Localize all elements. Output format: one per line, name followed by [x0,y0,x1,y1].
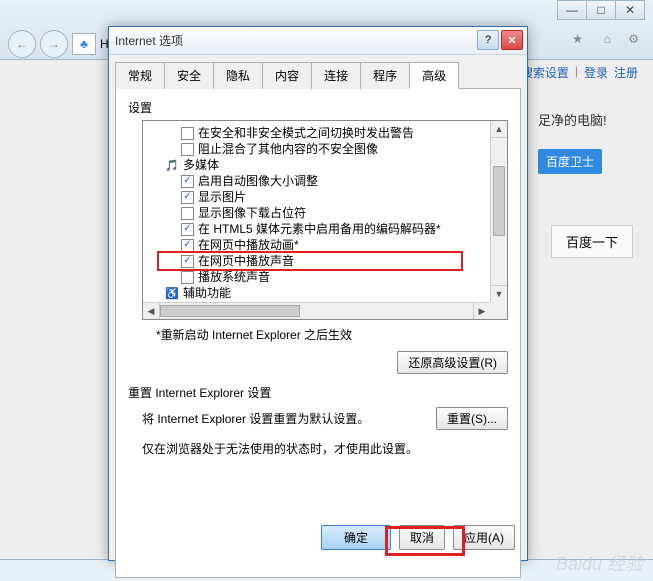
ok-button[interactable]: 确定 [321,525,391,550]
tab-security[interactable]: 安全 [164,62,214,89]
checkbox[interactable] [181,175,194,188]
checkbox[interactable] [181,191,194,204]
link-login[interactable]: 登录 [584,64,608,81]
scroll-corner [490,302,507,319]
paw-icon: ♣ [80,37,88,51]
tab-programs[interactable]: 程序 [360,62,410,89]
side-promo: 足净的电脑! 百度卫士 [538,110,638,174]
settings-tree: 在安全和非安全模式之间切换时发出警告阻止混合了其他内容的不安全图像 🎵 多媒体启用自… [142,120,508,320]
close-button[interactable]: ✕ [501,30,523,50]
dialog-buttons: 确定 取消 应用(A) [321,525,515,550]
tree-item: 在网页中播放声音 [145,253,505,269]
watermark: Baidu 经验 [556,550,643,576]
tree-item: 在 HTML5 媒体元素中启用备用的编码解码器* [145,221,505,237]
tree-item-label: 显示图片 [198,189,246,205]
apply-button[interactable]: 应用(A) [453,525,515,550]
checkbox[interactable] [181,271,194,284]
tree-item-label: 播放系统声音 [198,269,270,285]
tree-item-label: 在网页中播放声音 [198,253,294,269]
dialog-title: Internet 选项 [115,32,183,49]
address-prefix: ♣ [72,33,96,55]
link-search-settings[interactable]: 搜索设置 [521,64,569,81]
window-close-button[interactable]: ✕ [615,0,645,20]
tree-item-label: 阻止混合了其他内容的不安全图像 [198,141,378,157]
checkbox[interactable] [181,239,194,252]
tree-item: 显示图像下载占位符 [145,205,505,221]
checkbox[interactable] [181,255,194,268]
scroll-left-icon[interactable]: ◀ [143,303,160,319]
restart-note: *重新启动 Internet Explorer 之后生效 [156,326,508,343]
favorites-icon[interactable]: ★ [572,32,583,46]
tree-group: 🎵 多媒体 [145,157,505,173]
gear-icon[interactable]: ⚙ [628,32,639,46]
home-icon[interactable]: ⌂ [604,32,611,46]
scroll-up-icon[interactable]: ▲ [491,121,507,138]
reset-note: 仅在浏览器处于无法使用的状态时，才使用此设置。 [142,440,508,457]
tab-general[interactable]: 常规 [115,62,165,89]
tab-privacy[interactable]: 隐私 [213,62,263,89]
promo-badge[interactable]: 百度卫士 [538,149,602,174]
reset-description: 将 Internet Explorer 设置重置为默认设置。 [142,410,426,427]
tree-item-label: 在网页中播放动画* [198,237,299,253]
tree-item: 在安全和非安全模式之间切换时发出警告 [145,125,505,141]
tree-item: 阻止混合了其他内容的不安全图像 [145,141,505,157]
tree-group: ♿ 辅助功能 [145,285,505,301]
forward-button[interactable]: → [40,30,68,58]
scroll-right-icon[interactable]: ▶ [473,303,490,319]
tab-content[interactable]: 内容 [262,62,312,89]
cancel-button[interactable]: 取消 [399,525,445,550]
accessibility-icon: ♿ [165,286,179,300]
tree-item-label: 在 HTML5 媒体元素中启用备用的编码解码器* [198,221,441,237]
tree-item: 显示图片 [145,189,505,205]
checkbox[interactable] [181,207,194,220]
tree-item-label: 多媒体 [183,157,219,173]
maximize-button[interactable]: □ [586,0,616,20]
tree-item-label: 在安全和非安全模式之间切换时发出警告 [198,125,414,141]
reset-button[interactable]: 重置(S)... [436,407,508,430]
media-icon: 🎵 [165,158,179,172]
promo-text: 足净的电脑! [538,110,638,129]
scrollbar-horizontal[interactable]: ◀ ▶ [143,302,490,319]
checkbox[interactable] [181,127,194,140]
tabs: 常规 安全 隐私 内容 连接 程序 高级 [115,62,521,89]
scroll-down-icon[interactable]: ▼ [491,285,507,302]
tree-item: 播放系统声音 [145,269,505,285]
reset-header: 重置 Internet Explorer 设置 [128,384,508,401]
top-links: 搜索设置 | 登录 注册 [521,64,638,81]
dialog-titlebar[interactable]: Internet 选项 ? ✕ [109,27,527,55]
separator: | [575,64,578,81]
link-register[interactable]: 注册 [614,64,638,81]
tab-panel: 设置 在安全和非安全模式之间切换时发出警告阻止混合了其他内容的不安全图像 🎵 多媒体… [115,88,521,578]
tree-item-label: 启用自动图像大小调整 [198,173,318,189]
settings-label: 设置 [128,99,508,116]
internet-options-dialog: Internet 选项 ? ✕ 常规 安全 隐私 内容 连接 程序 高级 设置 … [108,26,528,561]
scroll-thumb-h[interactable] [160,305,300,317]
tab-connections[interactable]: 连接 [311,62,361,89]
tree-item: 启用自动图像大小调整 [145,173,505,189]
reset-section: 重置 Internet Explorer 设置 将 Internet Explo… [128,384,508,457]
tab-advanced[interactable]: 高级 [409,62,459,89]
help-button[interactable]: ? [477,30,499,50]
scrollbar-vertical[interactable]: ▲ ▼ [490,121,507,302]
search-button[interactable]: 百度一下 [551,225,633,258]
scroll-thumb-v[interactable] [493,166,505,236]
tree-item-label: 显示图像下载占位符 [198,205,306,221]
tree-item-label: 辅助功能 [183,285,231,301]
back-button[interactable]: ← [8,30,36,58]
minimize-button[interactable]: — [557,0,587,20]
restore-advanced-button[interactable]: 还原高级设置(R) [397,351,508,374]
window-controls: — □ ✕ [558,0,645,20]
checkbox[interactable] [181,143,194,156]
tree-item: 在网页中播放动画* [145,237,505,253]
checkbox[interactable] [181,223,194,236]
